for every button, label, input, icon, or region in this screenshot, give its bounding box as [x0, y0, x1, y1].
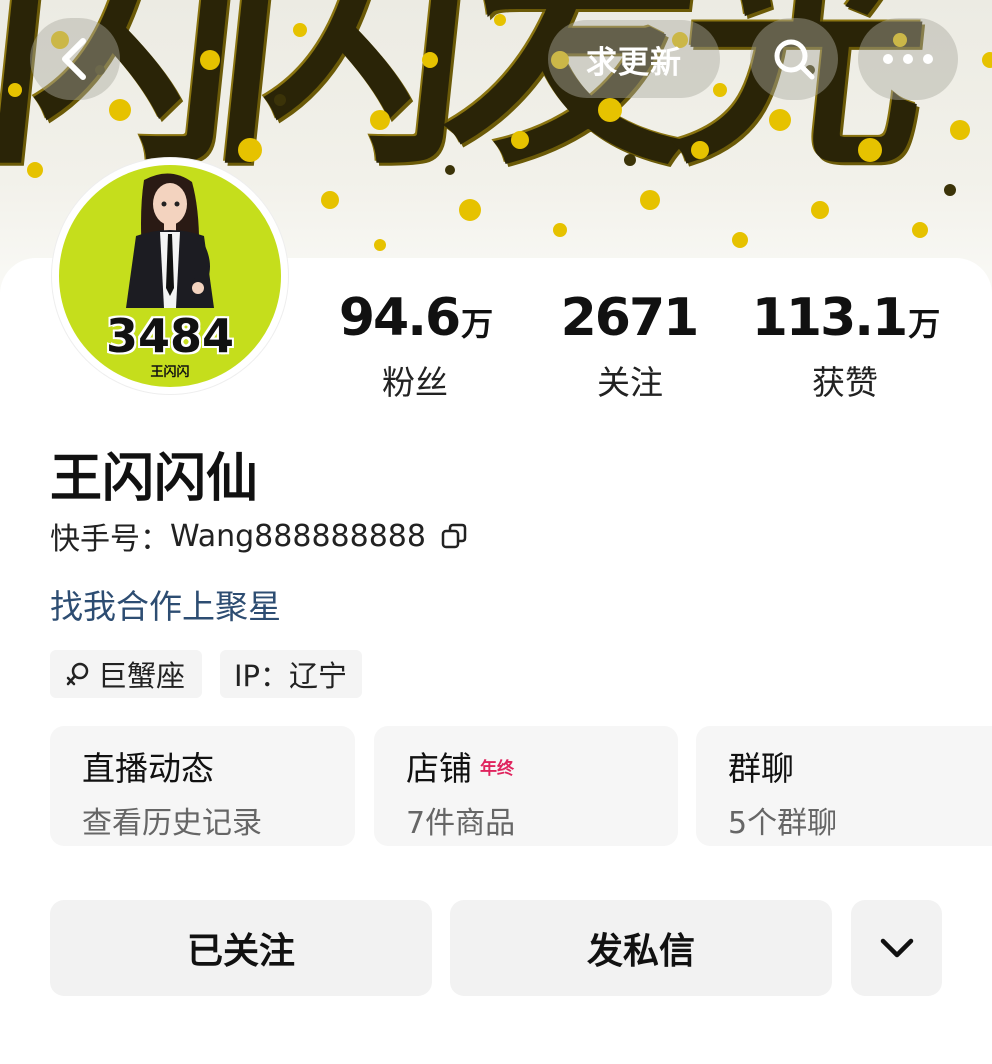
stat-unit: 万 [461, 305, 493, 343]
stat-following[interactable]: 2671 关注 [530, 288, 730, 404]
group-chat-entry[interactable]: 群聊 5个群聊 [696, 726, 992, 846]
shop-entry[interactable]: 店铺 年终 7件商品 [374, 726, 678, 846]
search-icon [774, 39, 815, 80]
more-dots-icon [883, 54, 933, 64]
stat-value: 94.6万 [338, 288, 493, 348]
stat-value: 2671 [560, 288, 700, 348]
send-message-button[interactable]: 发私信 [450, 900, 832, 996]
copy-icon[interactable] [440, 522, 468, 550]
followed-button[interactable]: 已关注 [50, 900, 432, 996]
avatar-number: 3484 [105, 309, 235, 363]
stat-value: 113.1万 [751, 288, 941, 348]
entry-title: 直播动态 [82, 749, 214, 788]
stat-likes[interactable]: 113.1万 获赞 [745, 288, 945, 404]
avatar-caption: 王闪闪 [150, 365, 190, 380]
stat-followers[interactable]: 94.6万 粉丝 [315, 288, 515, 404]
entry-title: 店铺 [406, 749, 472, 788]
ip-tag: IP：辽宁 [220, 650, 362, 698]
search-button[interactable] [750, 18, 838, 100]
chevron-down-icon [880, 938, 913, 958]
year-end-badge: 年终 [480, 758, 514, 779]
account-label: 快手号： [50, 522, 170, 557]
profile-name: 王闪闪仙 [50, 449, 259, 509]
live-history-entry[interactable]: 直播动态 查看历史记录 [50, 726, 355, 846]
request-update-button[interactable]: 求更新 [548, 20, 720, 98]
female-icon [66, 662, 89, 686]
account-id: Wang888888888 [170, 518, 426, 554]
stat-unit: 万 [908, 305, 940, 343]
stat-label: 关注 [597, 363, 663, 402]
more-actions-button[interactable] [851, 900, 942, 996]
entry-subtitle: 5个群聊 [728, 806, 838, 841]
back-button[interactable] [30, 18, 120, 100]
account-id-row: 快手号： Wang888888888 [50, 514, 468, 558]
zodiac-label: 巨蟹座 [98, 659, 186, 693]
avatar[interactable]: 3484 王闪闪 [52, 158, 288, 394]
entry-title-row: 店铺 年终 [406, 742, 678, 790]
entry-title: 群聊 [728, 749, 794, 788]
chevron-left-icon [62, 38, 86, 80]
zodiac-tag: 巨蟹座 [50, 650, 202, 698]
stat-label: 获赞 [812, 363, 878, 402]
entry-subtitle: 7件商品 [406, 806, 516, 841]
entry-subtitle: 查看历史记录 [82, 806, 262, 841]
stat-label: 粉丝 [382, 363, 448, 402]
more-button[interactable] [858, 18, 958, 100]
profile-bio: 找我合作上聚星 [50, 587, 281, 626]
